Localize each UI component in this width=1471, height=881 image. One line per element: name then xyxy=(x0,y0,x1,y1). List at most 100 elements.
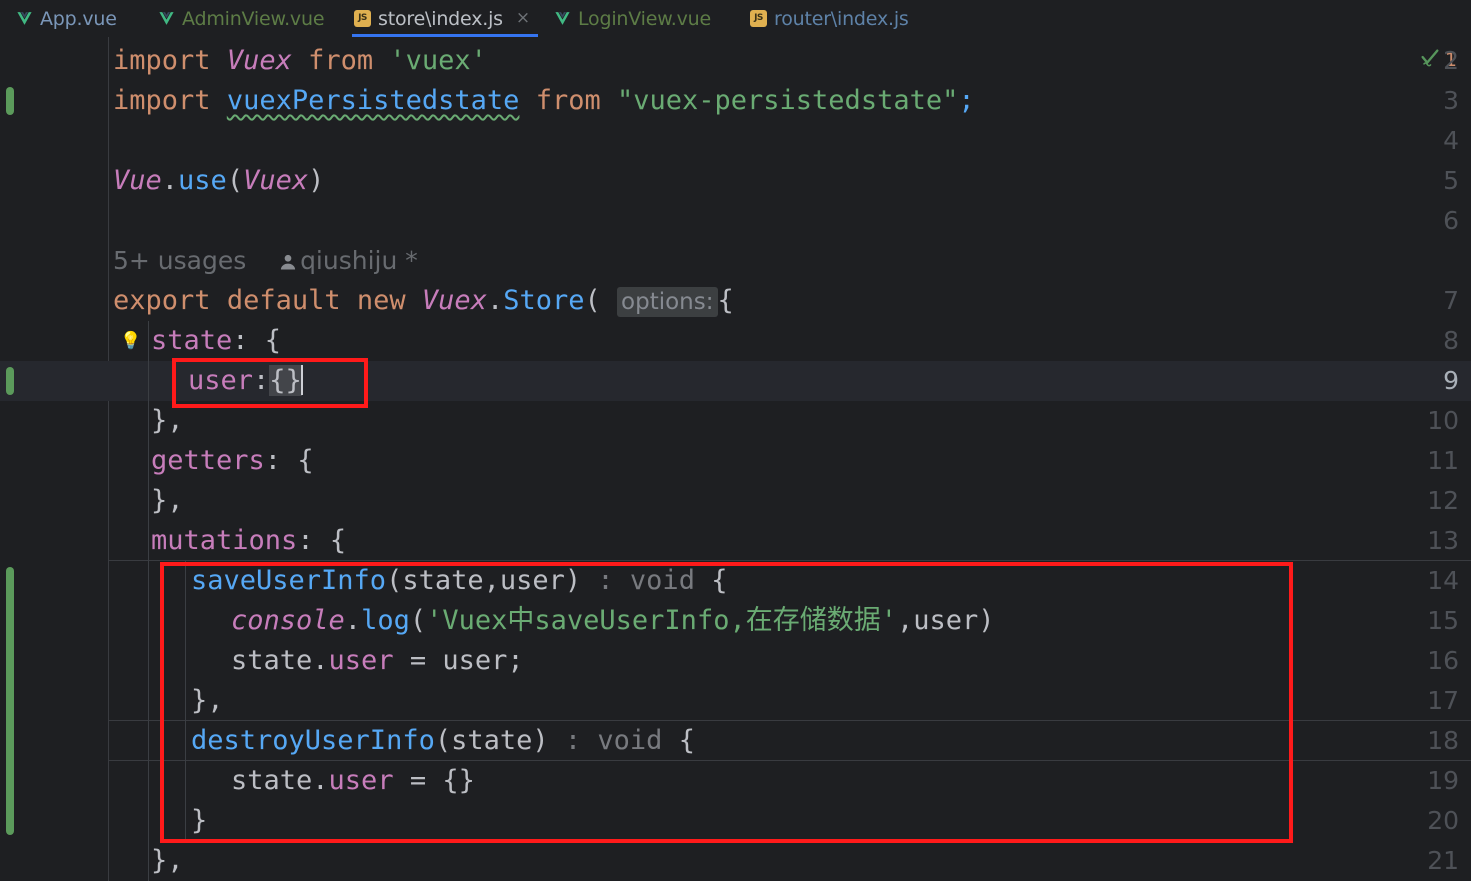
editor-tab-label: AdminView.vue xyxy=(182,7,325,30)
keyword: new xyxy=(356,285,406,316)
code-line-11[interactable]: getters: { xyxy=(151,441,314,481)
intention-bulb-icon[interactable]: 💡 xyxy=(120,321,141,361)
gutter-line-number: 14 xyxy=(1427,566,1459,595)
vcs-change-marker-1[interactable] xyxy=(6,367,14,395)
closing-brace: } xyxy=(191,805,208,836)
vcs-change-marker-2[interactable] xyxy=(6,567,14,835)
gutter-line-number: 7 xyxy=(1443,286,1459,315)
gutter-divider xyxy=(108,37,109,881)
closing-brace: }, xyxy=(191,685,224,716)
gutter-line-number: 4 xyxy=(1443,126,1459,155)
code-line-17[interactable]: }, xyxy=(191,681,224,721)
function-name: use xyxy=(178,165,227,196)
closing-brace: }, xyxy=(151,845,184,876)
parameter-name-hint[interactable]: options: xyxy=(617,287,718,317)
editor-tab-3[interactable]: LoginView.vue xyxy=(548,0,717,37)
string-literal: 'Vuex中saveUserInfo,在存储数据' xyxy=(426,605,897,636)
editor-tab-label: LoginView.vue xyxy=(578,7,712,30)
editor-tab-bar: App.vue AdminView.vue JS store\index.js × Log… xyxy=(0,0,1471,38)
function-name: destroyUserInfo xyxy=(191,725,435,756)
code-line-21[interactable]: }, xyxy=(151,841,184,881)
gutter-line-number: 12 xyxy=(1427,486,1459,515)
gutter-line-number: 2 xyxy=(1443,46,1459,75)
gutter-line-number: 10 xyxy=(1427,406,1459,435)
code-line-5[interactable]: Vue.use(Vuex) xyxy=(113,161,324,201)
code-line-10[interactable]: }, xyxy=(151,401,184,441)
gutter-line-number: 15 xyxy=(1427,606,1459,635)
object-property: user xyxy=(328,765,394,796)
code-vision-usages[interactable]: 5+ usages xyxy=(113,246,246,275)
indent-guide-0 xyxy=(148,321,149,881)
object-property: user xyxy=(188,365,254,396)
class-name: console xyxy=(231,605,345,636)
gutter-line-number: 16 xyxy=(1427,646,1459,675)
function-name: log xyxy=(361,605,410,636)
gutter-line-number: 21 xyxy=(1427,846,1459,875)
editor-tab-label: router\index.js xyxy=(774,7,909,30)
return-type-hint: : void xyxy=(548,725,679,756)
code-line-18[interactable]: destroyUserInfo(state) : void { xyxy=(191,721,695,761)
keyword: default xyxy=(226,285,341,316)
gutter-line-number: 5 xyxy=(1443,166,1459,195)
text-caret xyxy=(300,365,303,395)
code-line-8[interactable]: state: { xyxy=(151,321,281,361)
function-name: Store xyxy=(503,285,585,316)
code-line-7[interactable]: export default new Vuex.Store( options:{ xyxy=(113,281,734,321)
class-name: Vuex xyxy=(421,285,487,316)
js-icon: JS xyxy=(750,10,767,27)
keyword: from xyxy=(535,85,601,116)
close-icon[interactable]: × xyxy=(516,10,530,27)
selected-value: {} xyxy=(269,365,302,396)
closing-brace: }, xyxy=(151,405,184,436)
code-line-15[interactable]: console.log('Vuex中saveUserInfo,在存储数据',us… xyxy=(231,601,995,641)
gutter-line-number: 6 xyxy=(1443,206,1459,235)
editor-tab-0[interactable]: App.vue xyxy=(10,0,123,37)
gutter-line-number: 11 xyxy=(1427,446,1459,475)
code-editor[interactable]: 1 2 3 4 5 6 7 8 9 10 11 12 13 14 15 16 17 18 19 20 21 💡 import… xyxy=(0,37,1471,881)
class-name: Vue xyxy=(113,165,162,196)
function-args: (state,user) xyxy=(386,565,582,596)
editor-tab-1[interactable]: AdminView.vue xyxy=(152,0,330,37)
keyword: import xyxy=(113,45,211,76)
gutter-line-number: 9 xyxy=(1443,366,1459,395)
vcs-change-marker-0[interactable] xyxy=(6,87,14,115)
semicolon: ; xyxy=(958,85,975,116)
code-line-12[interactable]: }, xyxy=(151,481,184,521)
code-vision-hints[interactable]: 5+ usages qiushiju * xyxy=(113,241,418,281)
js-icon: JS xyxy=(354,10,371,27)
editor-tab-label: App.vue xyxy=(40,7,117,30)
gutter-line-number: 18 xyxy=(1427,726,1459,755)
vue-icon xyxy=(158,10,175,27)
editor-tab-label: store\index.js xyxy=(378,7,503,30)
vue-icon xyxy=(554,10,571,27)
function-name: saveUserInfo xyxy=(191,565,387,596)
gutter-line-number: 20 xyxy=(1427,806,1459,835)
code-line-20[interactable]: } xyxy=(191,801,207,841)
gutter-line-number: 17 xyxy=(1427,686,1459,715)
object-property: state xyxy=(151,325,233,356)
gutter-line-number: 8 xyxy=(1443,326,1459,355)
indent-guide-1 xyxy=(185,561,186,721)
code-line-9[interactable]: user:{} xyxy=(188,361,303,401)
gutter-line-number: 19 xyxy=(1427,766,1459,795)
return-type-hint: : void xyxy=(581,565,712,596)
object-property: user xyxy=(328,645,394,676)
code-line-19[interactable]: state.user = {} xyxy=(231,761,475,801)
keyword: export xyxy=(113,285,211,316)
code-line-16[interactable]: state.user = user; xyxy=(231,641,524,681)
code-line-13[interactable]: mutations: { xyxy=(151,521,346,561)
editor-tab-4[interactable]: JS router\index.js xyxy=(744,0,915,37)
indent-guide-2 xyxy=(185,721,186,841)
code-line-14[interactable]: saveUserInfo(state,user) : void { xyxy=(191,561,727,601)
object-property: mutations xyxy=(151,525,298,556)
object-property: getters xyxy=(151,445,265,476)
string-literal: "vuex-persistedstate" xyxy=(616,85,959,116)
class-name: Vuex xyxy=(243,165,309,196)
function-args: (state) xyxy=(434,725,549,756)
editor-tab-2[interactable]: JS store\index.js × xyxy=(348,0,536,37)
class-name: Vuex xyxy=(226,45,292,76)
code-line-2[interactable]: import Vuex from 'vuex' xyxy=(113,41,487,81)
code-line-3[interactable]: import vuexPersistedstate from "vuex-per… xyxy=(113,81,975,121)
code-vision-author[interactable]: qiushiju * xyxy=(300,246,418,275)
editor-gutter[interactable] xyxy=(0,37,108,881)
